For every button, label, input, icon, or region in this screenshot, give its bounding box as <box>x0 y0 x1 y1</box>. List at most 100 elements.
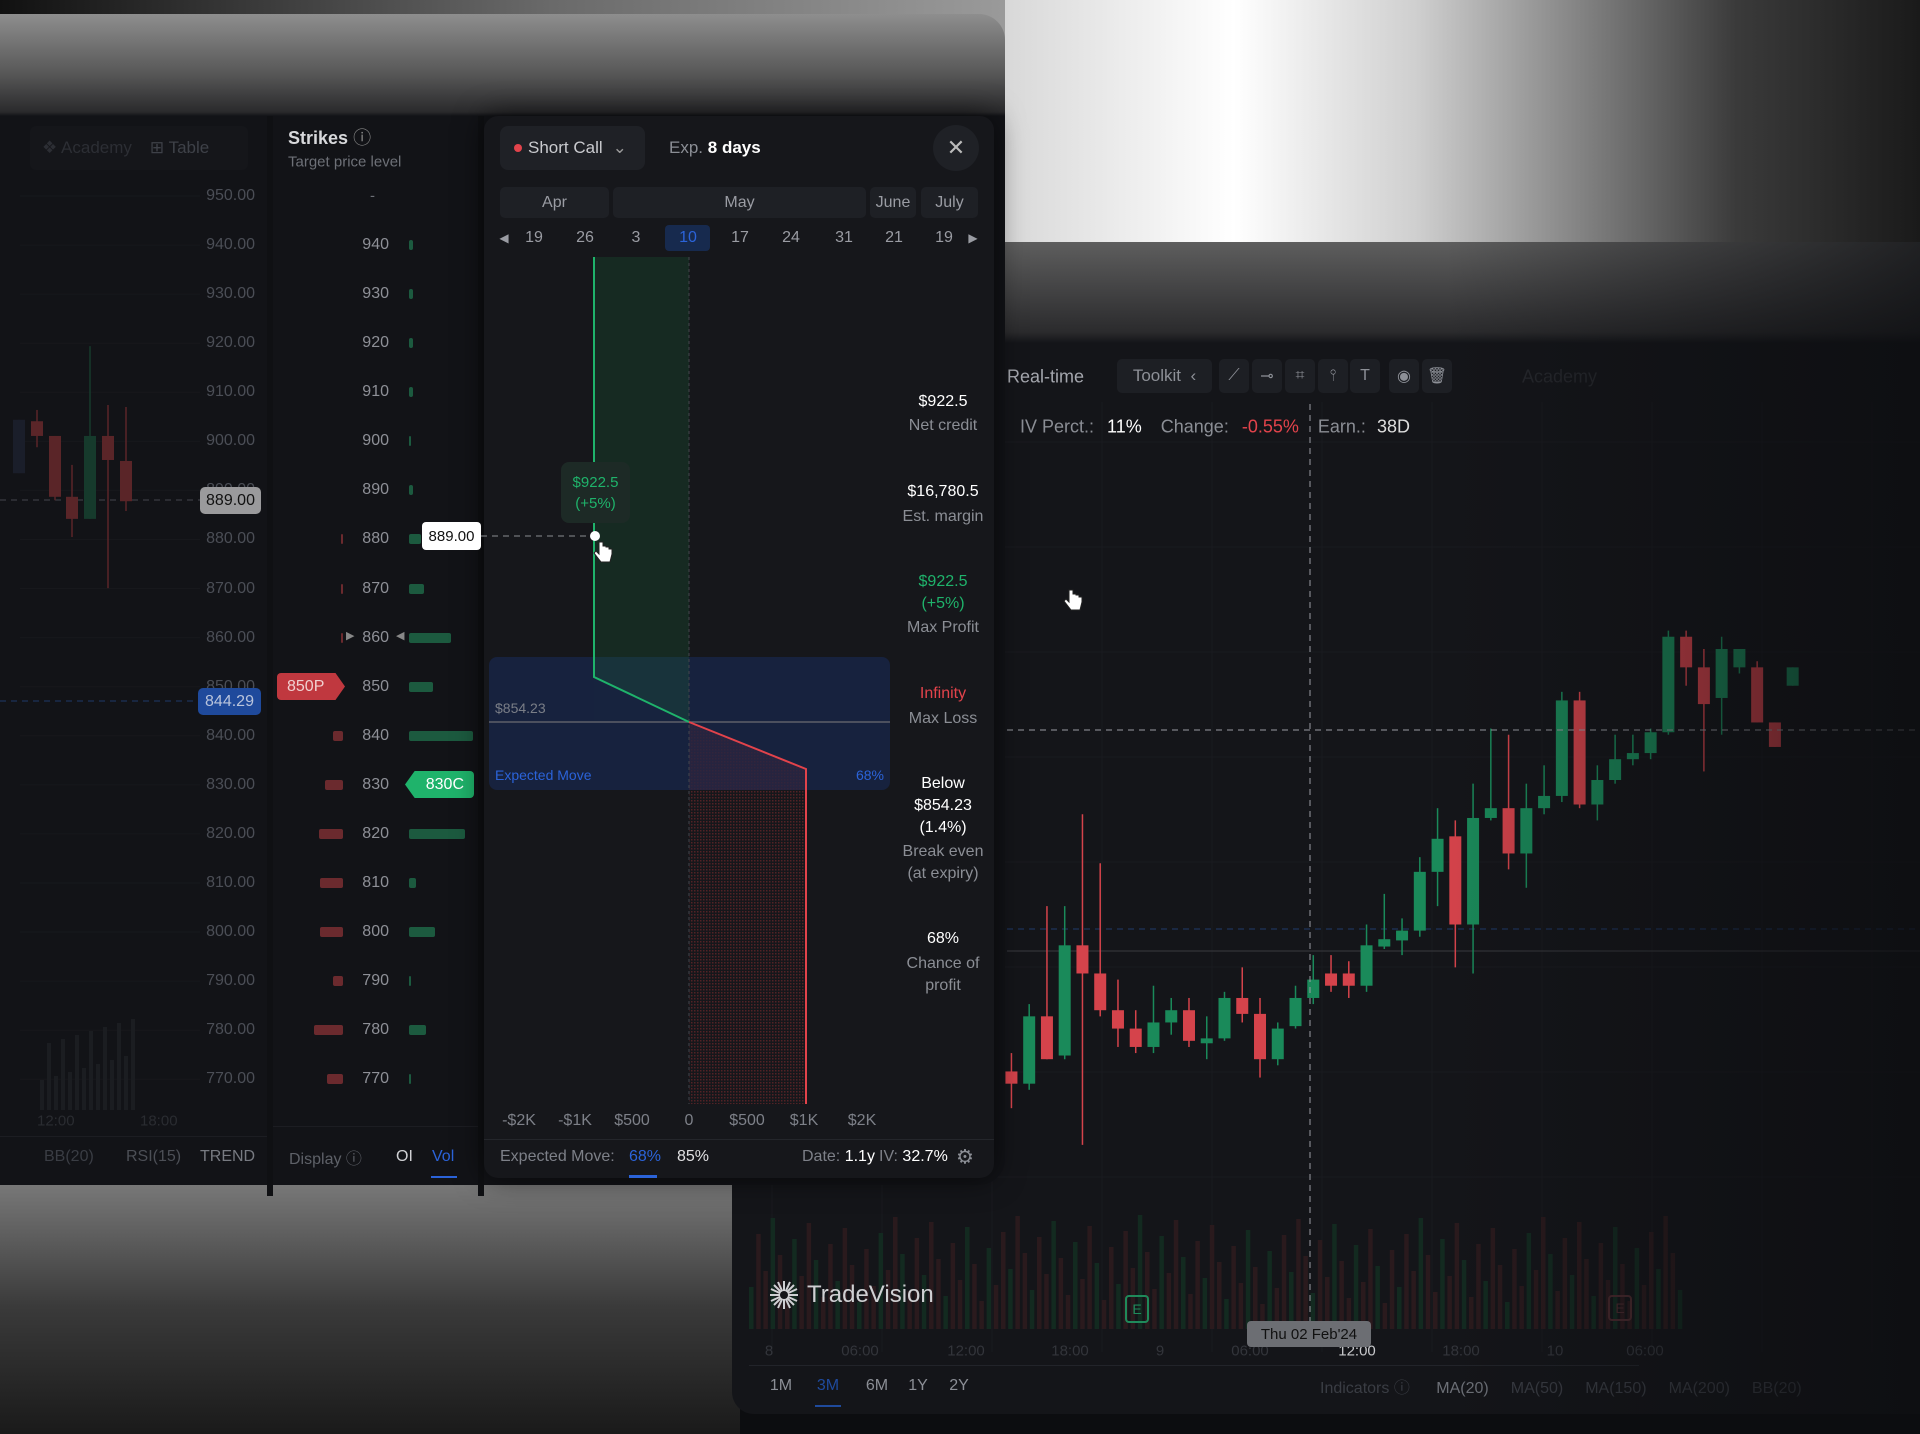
price-axis-label: 870.00 <box>206 579 255 597</box>
chance-label-2: profit <box>925 977 961 994</box>
toolkit-label: Toolkit <box>1132 366 1182 385</box>
candle-body <box>1680 636 1693 668</box>
rectangle-button[interactable]: ⌗ <box>1285 359 1315 393</box>
breakeven-line-3: (1.4%) <box>919 819 967 836</box>
indicator-option[interactable]: MA(150) <box>1585 1380 1646 1397</box>
volume-bar <box>1634 1248 1640 1329</box>
candle-body <box>120 460 132 502</box>
info-icon[interactable]: ⓘ <box>346 1151 362 1168</box>
volume-bar <box>1656 1269 1661 1329</box>
put-volume-bar <box>318 828 343 839</box>
strike-label: 870 <box>362 579 389 597</box>
text-button[interactable]: T <box>1350 359 1380 393</box>
range-option[interactable]: 2Y <box>949 1377 969 1395</box>
candle-body <box>13 419 25 474</box>
price-axis-label: 770.00 <box>206 1070 255 1088</box>
volume-bar <box>1245 1230 1251 1329</box>
call-volume-bar <box>409 338 413 349</box>
target-price-label[interactable]: 889.00 <box>422 522 481 550</box>
info-icon[interactable]: ⓘ <box>353 128 371 148</box>
volume-bar <box>1375 1266 1380 1329</box>
indicator-trend[interactable]: TREND <box>200 1148 255 1166</box>
indicator-option[interactable]: BB(20) <box>1752 1380 1802 1397</box>
candle-body <box>1396 930 1409 941</box>
eye-button[interactable]: ◉ <box>1389 359 1419 393</box>
toolkit-button[interactable]: Toolkit ‹ <box>1117 359 1212 393</box>
pnl-axis-label: $500 <box>614 1112 650 1129</box>
selected-underline <box>629 1175 657 1178</box>
earnings-marker[interactable]: E <box>1125 1295 1149 1323</box>
volume-bar <box>1404 1234 1409 1329</box>
breakeven-label-2: (at expiry) <box>907 865 979 882</box>
volume-bar <box>1238 1283 1244 1329</box>
right-arrow-icon: ▶ <box>346 629 355 642</box>
expected-move-68[interactable]: 68% <box>629 1148 661 1166</box>
candle-body <box>1449 836 1462 925</box>
horizontal-line-button[interactable]: ⊸ <box>1252 359 1282 393</box>
volume-bar <box>1569 1275 1575 1329</box>
candle-body <box>1307 979 1320 998</box>
earnings-value: 38D <box>1376 416 1410 437</box>
call-volume-bar <box>409 1025 427 1036</box>
call-volume-bar <box>409 828 466 839</box>
strategy-panel: Short Call ⌄ Exp. 8 days ✕ Apr May June … <box>422 116 994 1178</box>
indicator-option[interactable]: MA(200) <box>1669 1380 1730 1397</box>
date-setting[interactable]: Date: 1.1y <box>802 1148 875 1166</box>
trendline-button[interactable]: ⟋ <box>1219 359 1249 393</box>
strike-label: 900 <box>362 432 389 450</box>
price-axis-label: 830.00 <box>206 775 255 793</box>
volume-bar <box>1166 1273 1172 1329</box>
volume-bar <box>1209 1225 1215 1329</box>
indicator-option[interactable]: MA(50) <box>1511 1380 1563 1397</box>
range-option[interactable]: 1Y <box>908 1377 928 1395</box>
volume-bar <box>842 1228 848 1329</box>
indicator-rsi[interactable]: RSI(15) <box>126 1148 181 1166</box>
date-label: Date: <box>802 1148 841 1165</box>
volume-bar <box>1029 1290 1035 1329</box>
time-label: 18:00 <box>140 1112 178 1130</box>
price-axis-label: 820.00 <box>206 824 255 842</box>
volume-bar <box>986 1248 992 1329</box>
indicator-option[interactable]: MA(20) <box>1436 1380 1488 1397</box>
volume-bar <box>770 1218 776 1329</box>
settings-gear-icon[interactable]: ⚙ <box>956 1145 974 1170</box>
volume-bar <box>61 1039 65 1110</box>
expected-move-85[interactable]: 85% <box>677 1148 709 1166</box>
vertical-line-button[interactable]: ⫯ <box>1318 359 1348 393</box>
volume-bar <box>1591 1296 1596 1329</box>
volume-bar <box>1267 1251 1272 1329</box>
divider <box>0 1136 267 1137</box>
volume-bar <box>1339 1261 1344 1329</box>
candle-body <box>1289 997 1302 1027</box>
display-option-oi[interactable]: OI <box>396 1148 413 1166</box>
mini-candle-chart <box>0 195 200 1110</box>
faint-academy-tab[interactable]: Academy <box>1522 367 1597 388</box>
candle-body <box>1538 795 1551 809</box>
candle-body <box>1165 1010 1178 1023</box>
range-option[interactable]: 6M <box>866 1377 888 1395</box>
range-option[interactable]: 3M <box>817 1377 839 1395</box>
call-volume-bar <box>409 240 413 251</box>
info-icon[interactable]: ⓘ <box>1394 1380 1410 1397</box>
earnings-marker[interactable]: E <box>1608 1295 1632 1321</box>
trash-button[interactable]: 🗑 <box>1422 359 1452 393</box>
display-option-vol[interactable]: Vol <box>432 1148 454 1166</box>
put-strike-badge[interactable]: 850P <box>277 673 345 700</box>
max-profit-pct: (+5%) <box>921 595 965 612</box>
volume-bar <box>96 1064 100 1110</box>
call-volume-bar <box>409 583 424 594</box>
volume-bar <box>1584 1259 1589 1329</box>
range-option[interactable]: 1M <box>770 1377 792 1395</box>
candle-body <box>1094 973 1107 1011</box>
volume-bar <box>1087 1226 1092 1329</box>
call-strike-badge[interactable]: 830C <box>405 771 474 798</box>
indicators-bar: Indicators ⓘ MA(20) MA(50) MA(150) MA(200) B… <box>1320 1374 1802 1398</box>
net-credit-value: $922.5 <box>918 393 968 410</box>
volume-bar <box>1663 1216 1668 1329</box>
call-volume-bar <box>409 877 417 888</box>
volume-bar <box>1425 1255 1431 1329</box>
payoff-diagram[interactable] <box>481 116 994 1178</box>
candle-body <box>1040 1016 1053 1060</box>
indicator-bb[interactable]: BB(20) <box>44 1148 94 1166</box>
iv-setting[interactable]: IV: 32.7% <box>879 1148 948 1166</box>
